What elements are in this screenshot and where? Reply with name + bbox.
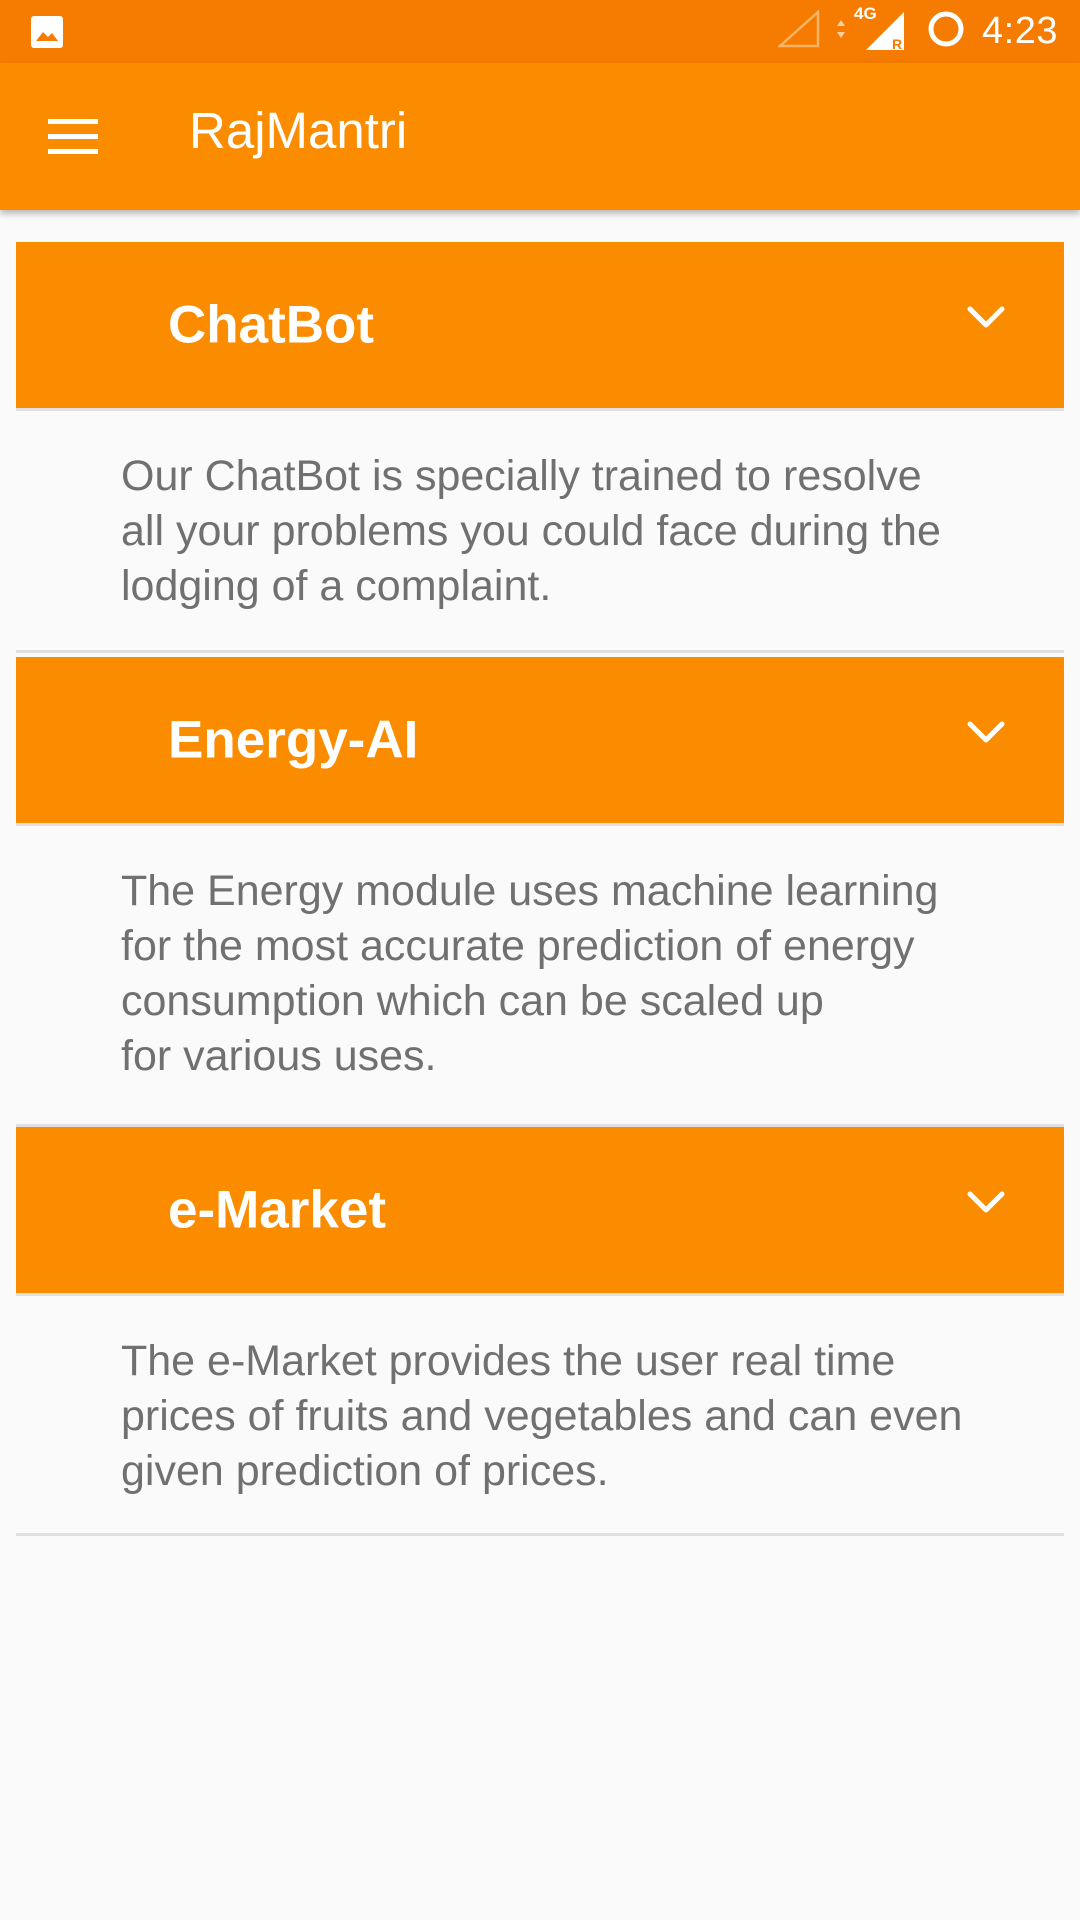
section-description: The Energy module uses machine learning … (121, 864, 1061, 1084)
section-energy-ai: Energy-AI The Energy module uses machine… (16, 657, 1064, 1127)
battery-ring-icon (926, 9, 966, 54)
status-icons: 4G R 4:23 (776, 0, 1058, 63)
section-body-e-market: The e-Market provides the user real time… (16, 1296, 1064, 1536)
section-header-e-market[interactable]: e-Market (16, 1127, 1064, 1296)
description-line: The Energy module uses machine learning (121, 867, 939, 915)
description-line: consumption which can be scaled up (121, 977, 824, 1025)
section-header-chatbot[interactable]: ChatBot (16, 242, 1064, 411)
hamburger-menu-icon (48, 119, 98, 154)
section-title: e-Market (168, 1180, 386, 1240)
description-line: The e-Market provides the user real time (121, 1337, 896, 1385)
description-line: prices of fruits and vegetables and can … (121, 1392, 963, 1440)
description-line: lodging of a complaint. (121, 562, 552, 610)
description-line: given prediction of prices. (121, 1447, 609, 1495)
section-title: ChatBot (168, 295, 375, 355)
section-description: The e-Market provides the user real time… (121, 1334, 1061, 1499)
app-title: RajMantri (189, 102, 408, 159)
section-body-energy-ai: The Energy module uses machine learning … (16, 826, 1064, 1127)
signal-4g-icon: 4G R (854, 4, 910, 56)
image-notification-icon (30, 15, 64, 54)
chevron-down-icon (967, 721, 1005, 743)
description-line: for the most accurate prediction of ener… (121, 922, 915, 970)
section-description: Our ChatBot is specially trained to reso… (121, 449, 1061, 614)
chevron-down-icon (967, 306, 1005, 328)
app-bar: RajMantri (0, 63, 1080, 210)
section-title: Energy-AI (168, 710, 419, 770)
roaming-label: R (892, 35, 903, 52)
description-line: Our ChatBot is specially trained to reso… (121, 452, 922, 500)
section-e-market: e-Market The e-Market provides the user … (16, 1127, 1064, 1536)
description-line: for various uses. (121, 1032, 437, 1080)
section-header-energy-ai[interactable]: Energy-AI (16, 657, 1064, 826)
description-line: all your problems you could face during … (121, 507, 941, 555)
section-body-chatbot: Our ChatBot is specially trained to reso… (16, 411, 1064, 653)
hamburger-menu-button[interactable] (26, 99, 122, 175)
status-time: 4:23 (982, 10, 1058, 52)
section-chatbot: ChatBot Our ChatBot is specially trained… (16, 242, 1064, 653)
data-arrows-icon (836, 19, 846, 44)
signal-empty-icon (776, 9, 820, 53)
network-type-label: 4G (854, 3, 877, 23)
chevron-down-icon (967, 1191, 1005, 1213)
status-bar: 4G R 4:23 (0, 0, 1080, 63)
